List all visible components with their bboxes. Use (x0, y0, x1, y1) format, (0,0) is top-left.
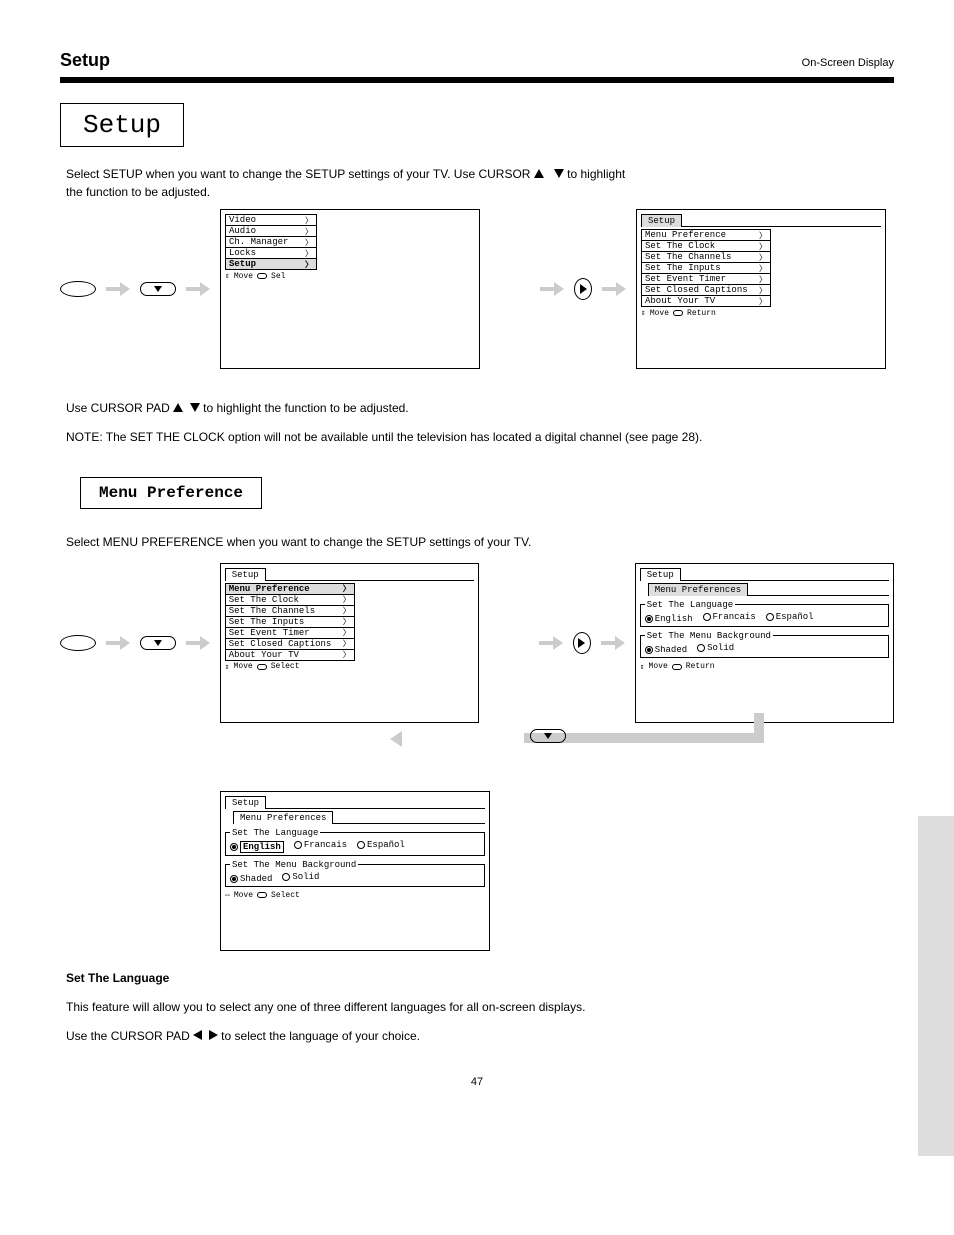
up-arrow-icon (173, 403, 183, 412)
radio-francais[interactable]: Francais (294, 840, 347, 850)
radio-shaded[interactable]: Shaded (230, 874, 272, 884)
setup-item-about-your-tv[interactable]: About Your TV〉 (641, 295, 771, 307)
setup-menu-screen: Setup Menu Preference〉Set The Clock〉Set … (636, 209, 886, 369)
pref-tab: Menu Preferences (233, 811, 333, 824)
right-arrow-icon (209, 1030, 218, 1040)
background-fieldset: Set The Menu Background ShadedSolid (225, 860, 485, 887)
menu-button-icon (60, 281, 96, 297)
flow-arrow-icon (602, 284, 626, 294)
cursor-down-button-icon (140, 636, 176, 650)
radio-solid[interactable]: Solid (697, 643, 734, 653)
cursor-right-button-icon (574, 278, 592, 300)
menu-button-icon (60, 635, 96, 651)
flow-arrow-icon (540, 284, 564, 294)
cursor-right-button-icon (573, 632, 591, 654)
menu-preference-heading: Menu Preference (80, 477, 262, 509)
sub-desc: Select MENU PREFERENCE when you want to … (66, 533, 888, 552)
setup-tab: Setup (641, 214, 682, 227)
flow-arrow-icon (601, 638, 625, 648)
setup-heading: Setup (60, 103, 184, 147)
radio-español[interactable]: Español (766, 612, 814, 622)
main-menu-screen: Video〉Audio〉Ch. Manager〉Locks〉Setup〉 ⇕Mo… (220, 209, 480, 369)
radio-solid[interactable]: Solid (282, 872, 319, 882)
setup-tab: Setup (225, 796, 266, 809)
cursor-down-button-icon (530, 729, 566, 743)
down-arrow-icon (554, 169, 564, 178)
flow-arrow-icon (106, 638, 130, 648)
setup-tab: Setup (640, 568, 681, 581)
language-fieldset: Set The Language EnglishFrancaisEspañol (640, 600, 889, 627)
setup-tab: Setup (225, 568, 266, 581)
flow-arrow-icon (539, 638, 563, 648)
radio-english[interactable]: English (645, 614, 693, 624)
radio-english[interactable]: English (230, 841, 284, 853)
flow-arrow-icon (390, 731, 402, 747)
page-number: 47 (60, 1076, 894, 1088)
left-arrow-icon (193, 1030, 202, 1040)
page-category: On-Screen Display (802, 57, 894, 69)
radio-español[interactable]: Español (357, 840, 405, 850)
menu-item-setup[interactable]: Setup〉 (225, 258, 317, 270)
cursor-down-button-icon (140, 282, 176, 296)
down-arrow-icon (190, 403, 200, 412)
up-arrow-icon (534, 169, 544, 178)
set-language-title: Set The Language (66, 969, 888, 988)
section-title: Setup (60, 50, 110, 71)
menu-preferences-screen-2: Setup Menu Preferences Set The Language … (220, 791, 490, 951)
background-fieldset: Set The Menu Background ShadedSolid (640, 631, 889, 658)
radio-shaded[interactable]: Shaded (645, 645, 687, 655)
menu-preferences-screen-1: Setup Menu Preferences Set The Language … (635, 563, 894, 723)
radio-francais[interactable]: Francais (703, 612, 756, 622)
flow-arrow-icon (186, 638, 210, 648)
note-text: NOTE: The SET THE CLOCK option will not … (66, 428, 888, 447)
set-language-p1: This feature will allow you to select an… (66, 998, 888, 1017)
setup-menu-screen-2: Setup Menu Preference〉Set The Clock〉Set … (220, 563, 479, 723)
setup-item-about-your-tv[interactable]: About Your TV〉 (225, 649, 355, 661)
set-language-p2: Use the CURSOR PAD to select the languag… (66, 1027, 888, 1046)
pref-tab: Menu Preferences (648, 583, 748, 596)
flow-arrow-icon (186, 284, 210, 294)
step2-text: Use CURSOR PAD to highlight the function… (66, 399, 888, 418)
flow-arrow-icon (106, 284, 130, 294)
language-fieldset: Set The Language EnglishFrancaisEspañol (225, 828, 485, 856)
divider (60, 77, 894, 83)
intro-text: Select SETUP when you want to change the… (66, 165, 894, 201)
